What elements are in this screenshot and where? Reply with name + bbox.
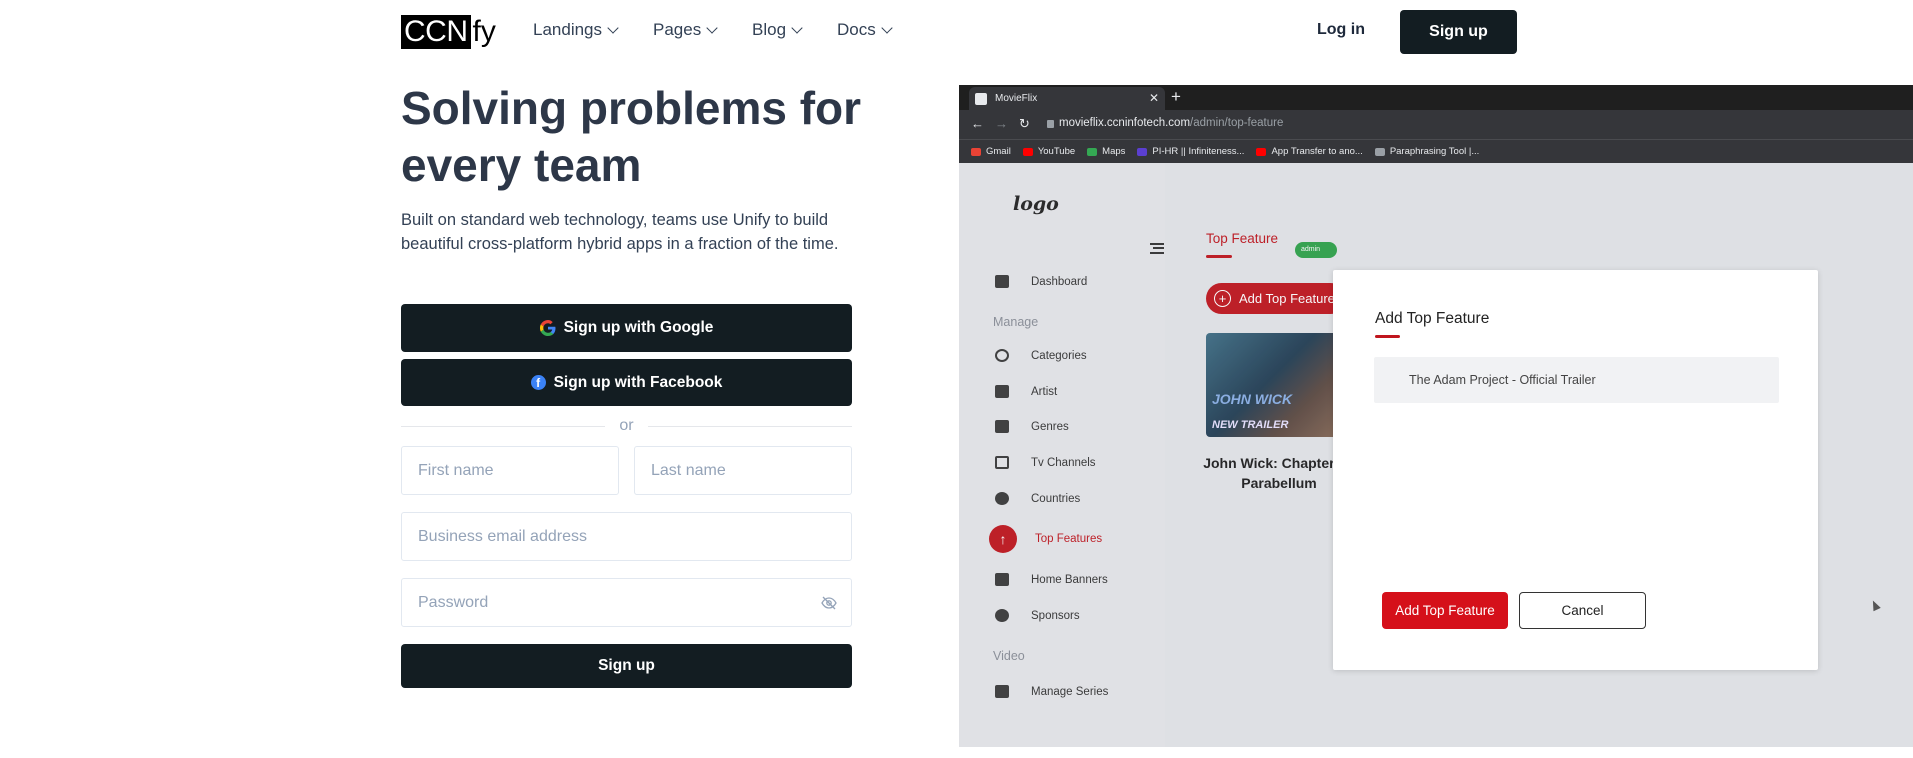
app-screenshot: MovieFlix ✕ + ← → ↻ movieflix.ccninfotec… xyxy=(959,85,1913,747)
signup-facebook-button[interactable]: f Sign up with Facebook xyxy=(401,359,852,406)
signup-submit-button[interactable]: Sign up xyxy=(401,644,852,688)
logo-box-text: CCN xyxy=(401,15,471,49)
divider-line xyxy=(401,425,606,427)
signup-nav-button[interactable]: Sign up xyxy=(1400,10,1517,54)
pi-hr-icon xyxy=(1137,147,1148,156)
ccnfy-logo[interactable]: CCN fy xyxy=(401,14,496,50)
youtube-icon xyxy=(1022,147,1033,156)
bookmark-label: YouTube xyxy=(1037,146,1076,157)
bookmark-paraphrasing[interactable]: Paraphrasing Tool |... xyxy=(1374,146,1480,157)
first-name-placeholder: First name xyxy=(418,461,494,479)
bookmark-maps[interactable]: Maps xyxy=(1087,146,1125,157)
bookmark-label: PI-HR || Infiniteness... xyxy=(1152,146,1245,157)
modal-title: Add Top Feature xyxy=(1375,310,1490,327)
bookmark-gmail[interactable]: Gmail xyxy=(971,146,1011,157)
add-top-feature-modal: Add Top Feature The Adam Project - Offic… xyxy=(1333,270,1881,670)
modal-cancel-button[interactable]: Cancel xyxy=(1519,592,1646,629)
bookmark-label: Maps xyxy=(1102,146,1126,157)
back-icon[interactable]: ← xyxy=(971,116,984,131)
first-name-field[interactable]: First name xyxy=(401,446,619,495)
or-divider: or xyxy=(401,416,853,436)
video-select[interactable]: The Adam Project - Official Trailer xyxy=(1374,357,1779,403)
pen-icon xyxy=(1374,147,1385,156)
browser-tabbar: MovieFlix ✕ + xyxy=(959,85,1913,110)
nav-docs[interactable]: Docs xyxy=(837,20,893,40)
nav-pages[interactable]: Pages xyxy=(653,20,718,40)
nav-docs-label: Docs xyxy=(837,20,876,39)
hero-subtitle: Built on standard web technology, teams … xyxy=(401,211,839,253)
password-placeholder: Password xyxy=(418,593,489,611)
google-icon xyxy=(539,320,556,336)
hero-title: Solving problems for every team xyxy=(401,82,862,191)
forward-icon[interactable]: → xyxy=(995,116,1008,131)
nav-blog-label: Blog xyxy=(752,20,787,39)
modal-title-underline xyxy=(1375,335,1400,338)
youtube-icon xyxy=(1256,147,1267,156)
reload-icon[interactable]: ↻ xyxy=(1019,116,1030,132)
close-icon[interactable]: ✕ xyxy=(1149,91,1159,105)
favicon-icon xyxy=(975,92,987,105)
new-tab-icon[interactable]: + xyxy=(1171,88,1181,106)
lock-icon xyxy=(1047,120,1054,128)
url-path: /admin/top-feature xyxy=(1190,117,1284,129)
maps-icon xyxy=(1087,147,1098,156)
logo-rest-text: fy xyxy=(472,15,496,48)
signup-facebook-label: Sign up with Facebook xyxy=(553,373,723,391)
chevron-down-icon xyxy=(791,22,803,34)
nav-pages-label: Pages xyxy=(653,20,702,39)
browser-tab[interactable]: MovieFlix ✕ xyxy=(969,87,1165,110)
bookmark-label: Gmail xyxy=(986,146,1011,157)
tab-title: MovieFlix xyxy=(995,93,1038,104)
last-name-field[interactable]: Last name xyxy=(634,446,852,495)
top-navigation: CCN fy Landings Pages Blog Docs Log in S… xyxy=(0,0,1913,64)
chevron-down-icon xyxy=(881,22,893,34)
signup-google-button[interactable]: Sign up with Google xyxy=(401,304,852,352)
bookmark-pi-hr[interactable]: PI-HR || Infiniteness... xyxy=(1137,146,1244,157)
url-input[interactable]: movieflix.ccninfotech.com/admin/top-feat… xyxy=(1059,117,1283,129)
eye-off-icon[interactable] xyxy=(821,596,837,610)
bookmark-youtube[interactable]: YouTube xyxy=(1022,146,1076,157)
password-field[interactable]: Password xyxy=(401,578,852,627)
facebook-icon: f xyxy=(530,375,546,390)
nav-landings[interactable]: Landings xyxy=(533,20,619,40)
bookmark-label: Paraphrasing Tool |... xyxy=(1389,146,1480,157)
admin-page: logo Dashboard Manage Categories Artist … xyxy=(959,163,1913,747)
bookmarks-bar: Gmail YouTube Maps PI-HR || Infiniteness… xyxy=(959,139,1913,163)
chevron-down-icon xyxy=(706,22,718,34)
nav-blog[interactable]: Blog xyxy=(752,20,803,40)
bookmark-label: App Transfer to ano... xyxy=(1271,146,1363,157)
email-field[interactable]: Business email address xyxy=(401,512,852,561)
modal-add-button[interactable]: Add Top Feature xyxy=(1382,592,1508,629)
divider-line xyxy=(647,425,853,427)
last-name-placeholder: Last name xyxy=(651,461,726,479)
chevron-down-icon xyxy=(607,22,619,34)
video-select-value: The Adam Project - Official Trailer xyxy=(1409,373,1596,387)
email-placeholder: Business email address xyxy=(418,527,587,545)
login-link[interactable]: Log in xyxy=(1317,21,1365,39)
or-text: or xyxy=(619,417,634,434)
nav-landings-label: Landings xyxy=(533,20,603,39)
browser-address-bar: ← → ↻ movieflix.ccninfotech.com/admin/to… xyxy=(959,110,1913,139)
gmail-icon xyxy=(971,147,981,156)
url-host: movieflix.ccninfotech.com xyxy=(1059,117,1191,129)
signup-google-label: Sign up with Google xyxy=(563,319,714,336)
bookmark-app-transfer[interactable]: App Transfer to ano... xyxy=(1256,146,1363,157)
